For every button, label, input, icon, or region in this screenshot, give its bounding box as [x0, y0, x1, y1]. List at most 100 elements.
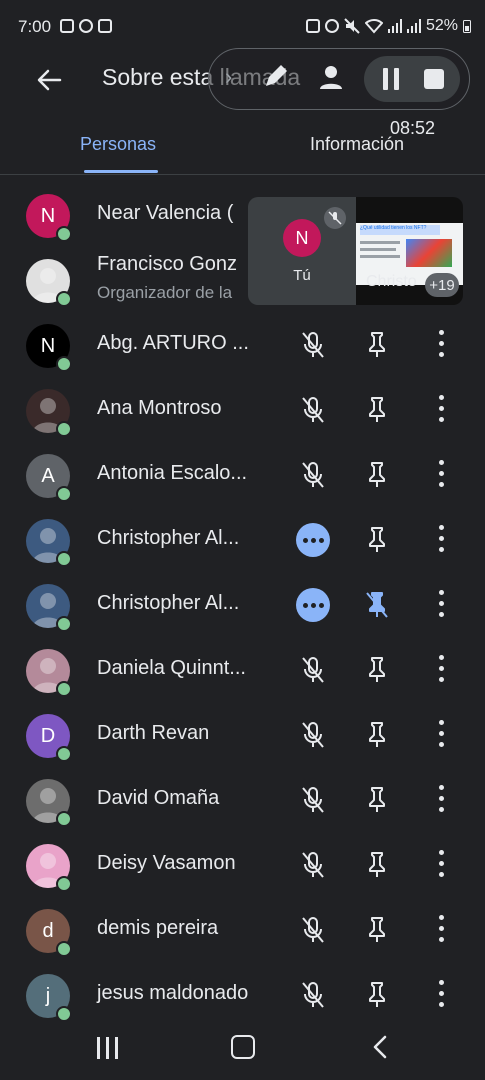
participant-row[interactable]: d demis pereira — [0, 897, 485, 962]
participant-name: Francisco Gonz — [97, 253, 238, 275]
presence-dot — [56, 291, 72, 307]
avatar-initial: N — [40, 204, 56, 227]
status-notification-icons — [60, 19, 112, 33]
participant-name: Ana Montroso — [97, 397, 222, 419]
pen-icon[interactable] — [258, 60, 292, 94]
mic-off-icon[interactable] — [296, 653, 330, 687]
signal-2-icon — [406, 19, 421, 33]
pin-icon[interactable] — [360, 718, 394, 752]
pin-icon[interactable] — [360, 783, 394, 817]
more-options-icon[interactable] — [436, 850, 446, 878]
recording-buttons — [364, 56, 460, 102]
presence-dot — [56, 486, 72, 502]
participant-name: Near Valencia ( — [97, 202, 234, 224]
slide-image — [406, 239, 452, 267]
chevron-right-icon[interactable]: › — [225, 64, 232, 90]
more-options-icon[interactable] — [436, 460, 446, 488]
participant-row[interactable]: Ana Montroso — [0, 377, 485, 442]
active-tab-indicator — [84, 170, 158, 173]
home-button[interactable] — [231, 1035, 255, 1059]
participant-row[interactable]: D Darth Revan — [0, 702, 485, 767]
wifi-icon — [364, 19, 383, 34]
participant-row[interactable]: Daniela Quinnt... — [0, 637, 485, 702]
clock-icon — [324, 19, 339, 33]
participant-row[interactable]: Deisy Vasamon — [0, 832, 485, 897]
pin-icon[interactable] — [360, 653, 394, 687]
participant-role: Organizador de la — [97, 283, 233, 302]
speaking-indicator-icon — [296, 588, 330, 622]
tabs-divider — [0, 174, 485, 175]
mic-off-icon[interactable] — [296, 328, 330, 362]
more-options-icon[interactable] — [436, 655, 446, 683]
participant-name: Antonia Escalo... — [97, 462, 248, 484]
tab-personas[interactable]: Personas — [80, 134, 156, 155]
pin-icon[interactable] — [360, 978, 394, 1012]
participant-name: Deisy Vasamon — [97, 852, 236, 874]
pin-icon[interactable] — [360, 523, 394, 557]
more-options-icon[interactable] — [436, 525, 446, 553]
mic-off-icon — [324, 207, 346, 229]
participant-row[interactable]: A Antonia Escalo... — [0, 442, 485, 507]
presence-dot — [56, 681, 72, 697]
unpin-icon[interactable] — [360, 588, 394, 622]
participant-row[interactable]: Christopher Al... — [0, 507, 485, 572]
signal-icon — [387, 19, 402, 33]
mic-off-icon[interactable] — [296, 783, 330, 817]
status-system-icons: 52% — [305, 17, 471, 35]
more-options-icon[interactable] — [436, 785, 446, 813]
shared-screen-tile[interactable]: ¿Qué utilidad tienen los NFT? Christo +1… — [356, 197, 463, 305]
tab-informacion[interactable]: Información — [310, 134, 404, 155]
mic-off-icon[interactable] — [296, 718, 330, 752]
more-options-icon[interactable] — [436, 590, 446, 618]
presence-dot — [56, 551, 72, 567]
participant-row[interactable]: David Omaña — [0, 767, 485, 832]
video-icon — [98, 19, 112, 33]
status-bar: 7:00 52% — [0, 0, 485, 54]
presence-dot — [56, 616, 72, 632]
participant-name: David Omaña — [97, 787, 220, 809]
self-avatar: N — [283, 219, 321, 257]
speaking-indicator-icon — [296, 523, 330, 557]
presence-dot — [56, 746, 72, 762]
pin-icon[interactable] — [360, 328, 394, 362]
mic-off-icon[interactable] — [296, 848, 330, 882]
mic-off-icon[interactable] — [296, 978, 330, 1012]
self-label: Tú — [293, 267, 311, 284]
participant-name: Daniela Quinnt... — [97, 657, 246, 679]
pin-icon[interactable] — [360, 458, 394, 492]
avatar-initial: D — [40, 724, 56, 747]
stop-button[interactable] — [424, 69, 444, 89]
participant-row[interactable]: N Abg. ARTURO ... — [0, 312, 485, 377]
shared-tile-name: Christo — [366, 273, 417, 290]
avatar-initial: d — [42, 919, 54, 942]
slide-title: ¿Qué utilidad tienen los NFT? — [360, 225, 440, 235]
more-options-icon[interactable] — [436, 395, 446, 423]
recent-apps-button[interactable] — [97, 1037, 121, 1059]
nav-back-icon[interactable] — [370, 1034, 390, 1060]
mic-off-icon[interactable] — [296, 458, 330, 492]
more-options-icon[interactable] — [436, 915, 446, 943]
presence-dot — [56, 421, 72, 437]
person-icon[interactable] — [316, 62, 346, 92]
mic-off-icon[interactable] — [296, 913, 330, 947]
participant-name: jesus maldonado — [97, 982, 249, 1004]
pin-icon[interactable] — [360, 393, 394, 427]
participant-row[interactable]: Christopher Al... — [0, 572, 485, 637]
participant-name: demis pereira — [97, 917, 219, 939]
more-options-icon[interactable] — [436, 330, 446, 358]
self-video-tile[interactable]: N Tú — [248, 197, 356, 305]
mic-off-icon[interactable] — [296, 393, 330, 427]
participant-row[interactable]: j jesus maldonado — [0, 962, 485, 1027]
pause-button[interactable] — [383, 68, 399, 90]
mute-icon — [344, 18, 360, 34]
battery-icon — [463, 20, 471, 33]
pin-icon[interactable] — [360, 848, 394, 882]
screenshot-icon — [60, 19, 74, 33]
back-arrow-icon[interactable] — [30, 60, 70, 100]
more-options-icon[interactable] — [436, 980, 446, 1008]
pin-icon[interactable] — [360, 913, 394, 947]
avatar-initial: N — [40, 334, 56, 357]
presence-dot — [56, 356, 72, 372]
more-options-icon[interactable] — [436, 720, 446, 748]
others-count-badge[interactable]: +19 — [425, 273, 459, 297]
